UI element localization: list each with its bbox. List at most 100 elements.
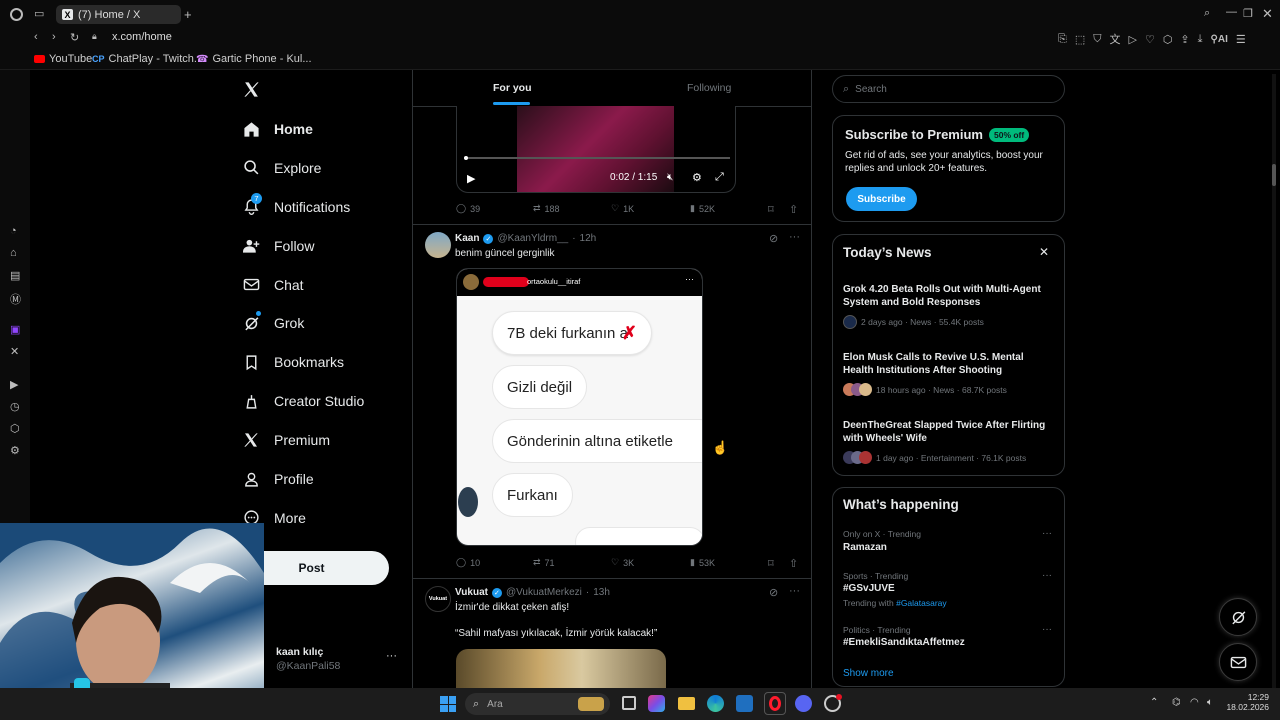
clock-icon[interactable]: ◷ [10,400,20,413]
new-tab-icon[interactable]: + [184,7,192,22]
edge-icon[interactable] [707,695,724,712]
x-side-icon[interactable]: ✕ [10,345,19,358]
news-item-title[interactable]: DeenTheGreat Slapped Twice After Flirtin… [843,419,1055,445]
messages-float-button[interactable] [1219,643,1257,681]
bookmark-post-icon[interactable]: ⌑ [768,557,774,570]
account-more-icon[interactable]: ··· [386,650,397,662]
account-switcher[interactable]: kaan kılıç @KaanPali58 [276,646,340,672]
page-scrollbar[interactable] [1272,74,1276,688]
tray-chevron-icon[interactable]: ⌃ [1150,697,1158,708]
video-settings-icon[interactable]: ⚙ [692,171,702,184]
mute-icon[interactable]: 🔇︎ [667,172,673,183]
reply-action[interactable]: ◯ 39 [456,203,480,214]
video-player[interactable]: ▶ 0:02 / 1:15 🔇︎ ⚙ ⤢ [456,106,736,193]
nav-home[interactable]: Home [242,114,364,144]
forward-icon[interactable]: › [52,31,56,43]
post-image[interactable]: ortaokulu__itiraf ··· 7B deki furkanın a… [456,268,703,546]
x-logo-icon[interactable] [243,81,260,98]
close-window-icon[interactable]: ✕ [1262,6,1273,22]
news-item-title[interactable]: Elon Musk Calls to Revive U.S. Mental He… [843,351,1055,377]
trend-more-icon[interactable]: ··· [1042,528,1052,539]
subscribe-button[interactable]: Subscribe [846,187,917,211]
tab-following[interactable]: Following [687,82,731,94]
task-view-icon[interactable] [622,696,636,710]
avatar[interactable]: Vukuat [425,586,451,612]
search-tabs-icon[interactable]: ⌕ [1204,7,1210,20]
post-time[interactable]: 12h [580,233,597,244]
trend-more-icon[interactable]: ··· [1042,624,1052,635]
mail-side-icon[interactable]: Ⓜ [10,291,21,307]
author-handle[interactable]: @VukuatMerkezi [506,587,582,598]
aria-ai-icon[interactable]: ⚲ AI [1211,31,1228,47]
scrollbar-thumb[interactable] [1272,164,1276,186]
trend-tag[interactable]: #GSvJUVE [843,583,895,594]
opera-logo-icon[interactable] [10,8,23,21]
extensions-side-icon[interactable]: ⬡ [10,422,20,435]
author-name[interactable]: Vukuat [455,587,488,598]
player-icon[interactable]: ▶ [10,378,18,391]
taskbar-search[interactable]: ⌕ Ara [465,693,610,715]
views-action[interactable]: ▮ 52K [690,203,715,214]
workspaces-icon[interactable]: ▭ [34,7,44,20]
file-explorer-icon[interactable] [678,697,695,710]
trend-tag[interactable]: Ramazan [843,542,887,553]
play-icon[interactable]: ▶ [467,172,475,185]
views-action[interactable]: ▮ 53K [690,557,715,568]
trend-more-icon[interactable]: ··· [1042,570,1052,581]
volume-icon[interactable]: 🔈︎ [1207,697,1213,708]
heart-icon[interactable]: ♡ [1145,31,1155,47]
bookmark-chatplay[interactable]: CP ChatPlay - Twitch... [92,53,203,65]
show-more-link[interactable]: Show more [843,668,894,679]
wifi-icon[interactable]: ◠ [1190,697,1199,708]
video-progress-bar[interactable] [464,157,730,159]
extensions-icon[interactable]: ⬡ [1163,31,1173,47]
download-icon[interactable]: ⤓ [1198,31,1203,47]
minimize-icon[interactable]: — [1226,6,1237,18]
bookmark-gartic[interactable]: ☎ Gartic Phone - Kul... [196,53,312,65]
nav-premium[interactable]: Premium [242,425,364,455]
nav-follow[interactable]: Follow [242,231,364,261]
post-more-icon[interactable]: ··· [789,231,800,243]
share-post-icon[interactable]: ⇧ [789,557,798,570]
play-icon[interactable]: ▷ [1128,31,1136,47]
discord-icon[interactable] [795,695,812,712]
menu-icon[interactable]: ☰ [1236,31,1246,47]
settings-icon[interactable]: ⚙ [10,444,20,457]
tab-for-you[interactable]: For you [493,82,532,94]
trending-with-link[interactable]: #Galatasaray [896,598,947,608]
history-icon[interactable]: ◔ [10,225,17,237]
post-time[interactable]: 13h [593,587,610,598]
news-item-title[interactable]: Grok 4.20 Beta Rolls Out with Multi-Agen… [843,283,1055,309]
snapshot-icon[interactable]: ⬚ [1075,31,1085,47]
grok-post-icon[interactable]: ⊘ [769,232,778,245]
author-handle[interactable]: @KaanYldrm__ [497,233,568,244]
copilot-icon[interactable] [648,695,665,712]
translate-icon[interactable]: 文 [1109,31,1120,47]
fullscreen-icon[interactable]: ⤢ [715,171,724,184]
share-icon[interactable]: ⇪ [1180,31,1189,47]
nav-creator-studio[interactable]: Creator Studio [242,386,364,416]
twitch-icon[interactable]: ▣ [10,323,20,336]
like-action[interactable]: ♡ 3K [611,557,634,568]
repost-action[interactable]: ⇄ 188 [533,203,560,214]
maximize-icon[interactable]: ❐ [1243,7,1253,20]
back-icon[interactable]: ‹ [34,31,38,43]
author-name[interactable]: Kaan [455,233,479,244]
share-post-icon[interactable]: ⇧ [789,203,798,216]
reply-action[interactable]: ◯ 10 [456,557,480,568]
browser-tab-x-home[interactable]: X (7) Home / X [56,5,181,24]
grok-post-icon[interactable]: ⊘ [769,586,778,599]
bookmark-page-icon[interactable]: ⎘ [1058,31,1067,47]
search-input[interactable]: ⌕ Search [832,75,1065,103]
post-more-icon[interactable]: ··· [789,585,800,597]
nav-profile[interactable]: Profile [242,464,364,494]
repost-action[interactable]: ⇄ 71 [533,557,555,568]
nav-chat[interactable]: Chat [242,270,364,300]
reload-icon[interactable]: ↻ [70,31,79,44]
avatar[interactable] [425,232,451,258]
bookmark-youtube[interactable]: YouTube [34,53,92,65]
pinboard-icon[interactable]: ▤ [10,269,20,282]
shield-icon[interactable]: ⛉ [1093,31,1101,47]
url-field[interactable]: x.com/home [112,31,172,43]
nav-grok[interactable]: Grok [242,308,364,338]
